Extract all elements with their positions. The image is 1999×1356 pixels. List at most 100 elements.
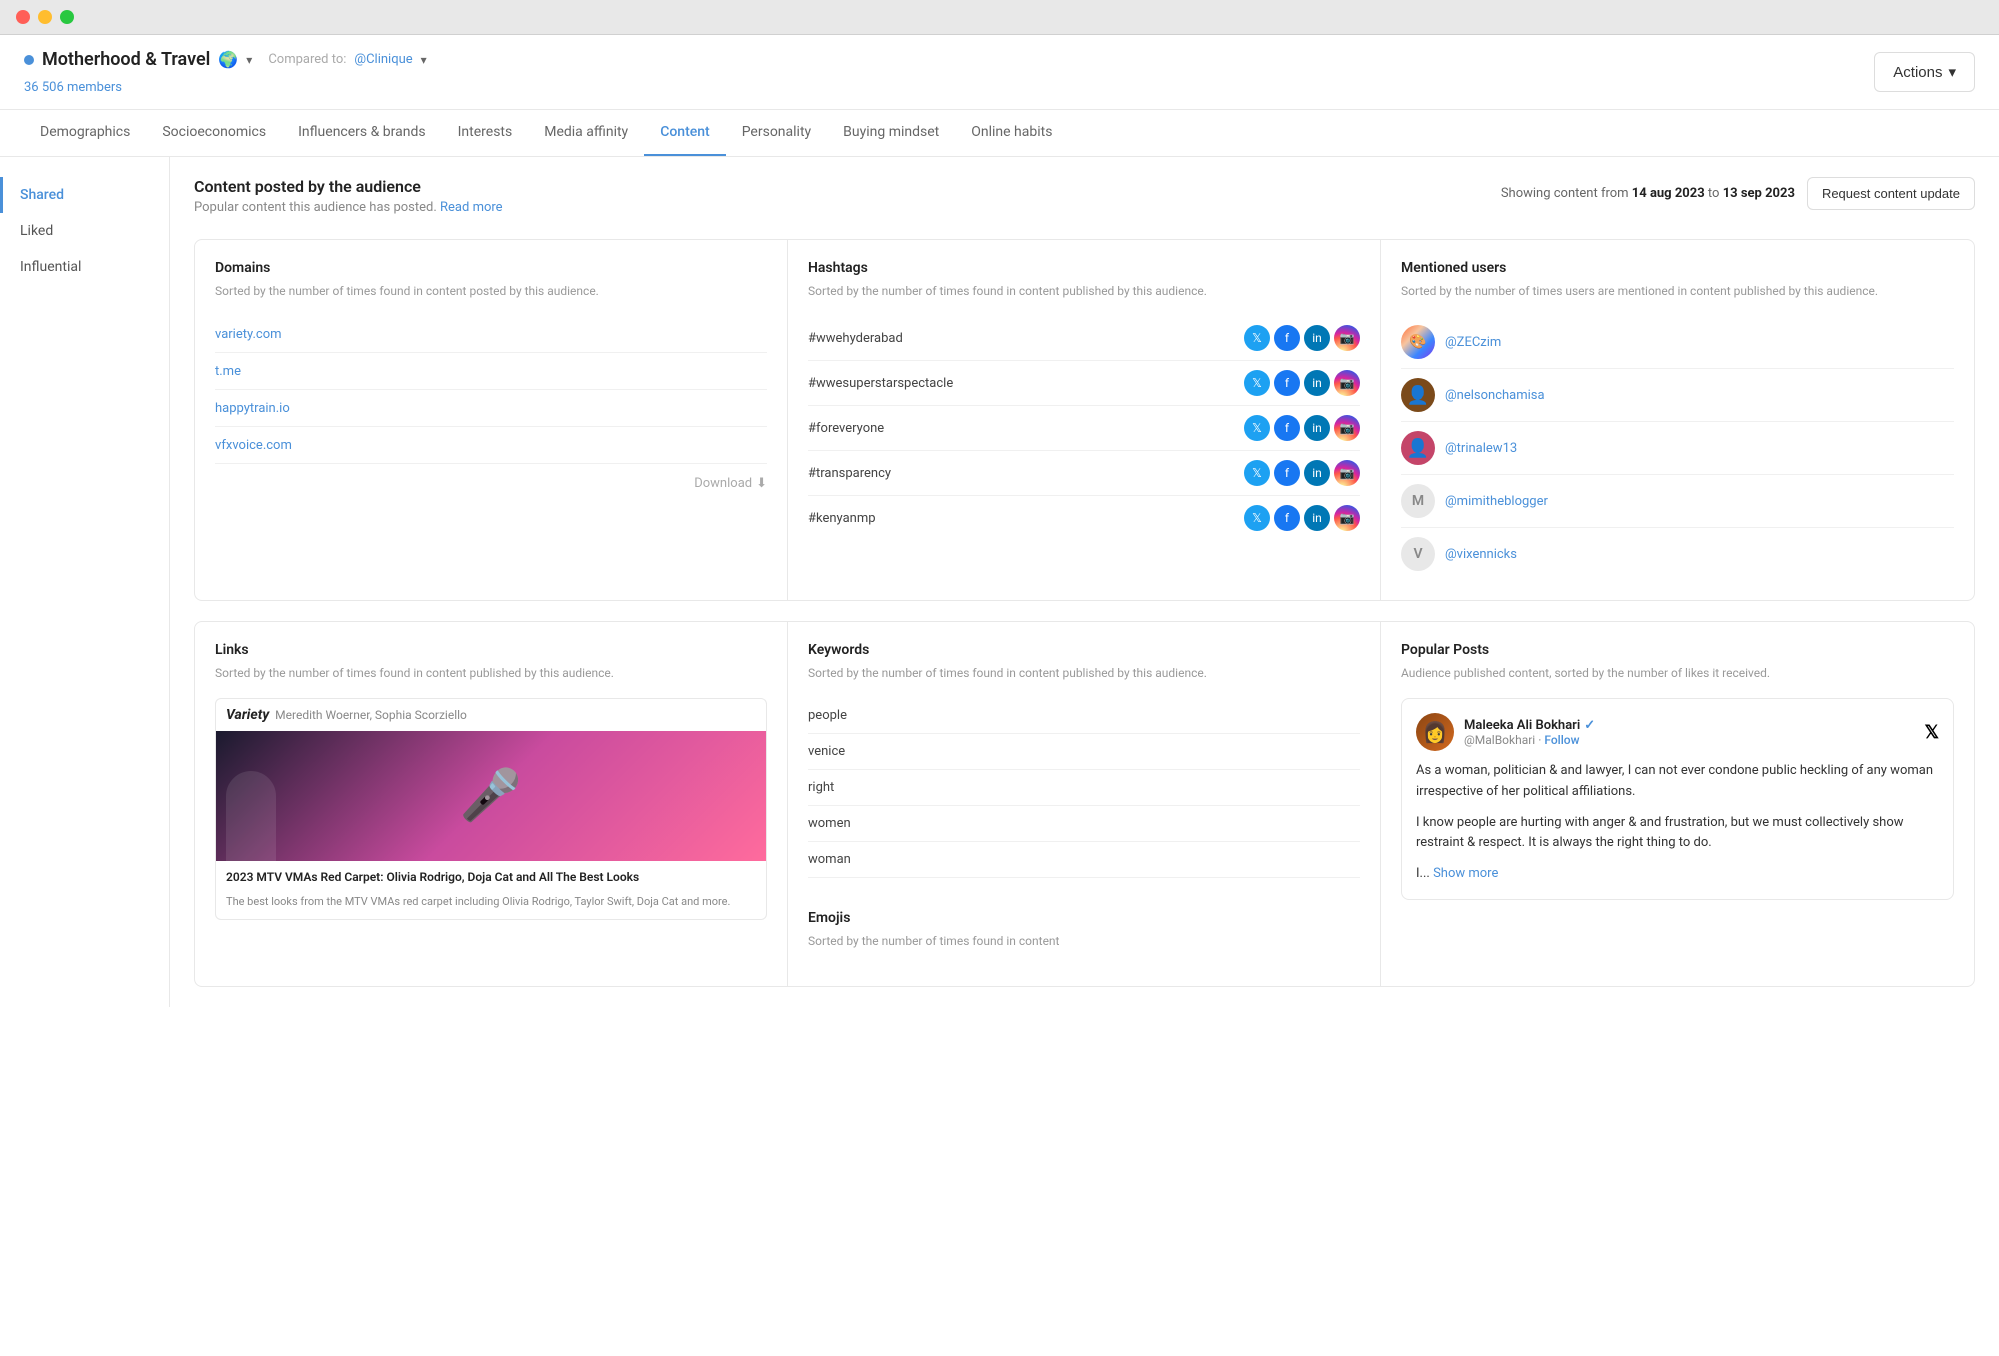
facebook-icon[interactable]: f: [1274, 325, 1300, 351]
domain-link-0[interactable]: variety.com: [215, 327, 282, 342]
audience-dot: [24, 55, 34, 65]
twitter-icon[interactable]: 𝕏: [1244, 460, 1270, 486]
emojis-title: Emojis: [808, 910, 1360, 926]
tab-influencers-brands[interactable]: Influencers & brands: [282, 110, 442, 156]
domain-link-2[interactable]: happytrain.io: [215, 401, 290, 416]
show-more-link[interactable]: Show more: [1433, 866, 1498, 881]
tab-socioeconomics[interactable]: Socioeconomics: [146, 110, 282, 156]
keywords-panel: Keywords Sorted by the number of times f…: [788, 622, 1381, 986]
title-dropdown-arrow[interactable]: ▾: [246, 53, 252, 67]
domain-link-3[interactable]: vfxvoice.com: [215, 438, 292, 453]
traffic-light-yellow[interactable]: [38, 10, 52, 24]
download-icon: ⬇: [756, 476, 767, 491]
mentioned-users-desc: Sorted by the number of times users are …: [1401, 282, 1954, 300]
link-card-authors: Meredith Woerner, Sophia Scorziello: [275, 708, 467, 722]
sidebar-item-liked[interactable]: Liked: [0, 213, 169, 249]
sidebar-item-influential[interactable]: Influential: [0, 249, 169, 285]
linkedin-icon[interactable]: in: [1304, 460, 1330, 486]
post-header: 👩 Maleeka Ali Bokhari ✓ @MalBokhari ·: [1416, 713, 1939, 751]
linkedin-icon[interactable]: in: [1304, 505, 1330, 531]
mentioned-user-row: V @vixennicks: [1401, 528, 1954, 580]
social-icons: 𝕏 f in 📷: [1244, 505, 1360, 531]
date-range: Showing content from 14 aug 2023 to 13 s…: [1501, 186, 1795, 201]
domains-panel: Domains Sorted by the number of times fo…: [195, 240, 788, 600]
mentioned-handle-2[interactable]: @trinalew13: [1445, 441, 1517, 456]
twitter-icon[interactable]: 𝕏: [1244, 325, 1270, 351]
request-content-update-button[interactable]: Request content update: [1807, 177, 1975, 210]
mentioned-handle-1[interactable]: @nelsonchamisa: [1445, 388, 1545, 403]
post-text: As a woman, politician & and lawyer, I c…: [1416, 761, 1939, 885]
traffic-light-green[interactable]: [60, 10, 74, 24]
follow-button[interactable]: Follow: [1544, 733, 1579, 747]
domains-desc: Sorted by the number of times found in c…: [215, 282, 767, 300]
tab-personality[interactable]: Personality: [726, 110, 827, 156]
emojis-desc: Sorted by the number of times found in c…: [808, 932, 1360, 950]
tab-interests[interactable]: Interests: [442, 110, 529, 156]
facebook-icon[interactable]: f: [1274, 415, 1300, 441]
tab-online-habits[interactable]: Online habits: [955, 110, 1068, 156]
actions-label: Actions: [1893, 64, 1942, 81]
mentioned-user-row: M @mimitheblogger: [1401, 475, 1954, 528]
actions-button[interactable]: Actions ▾: [1874, 52, 1975, 92]
popular-posts-desc: Audience published content, sorted by th…: [1401, 664, 1954, 682]
instagram-icon[interactable]: 📷: [1334, 370, 1360, 396]
download-button[interactable]: Download ⬇: [215, 464, 767, 491]
keyword-item-1: venice: [808, 734, 1360, 770]
main-content: Shared Liked Influential Content posted …: [0, 157, 1999, 1007]
tab-content[interactable]: Content: [644, 110, 726, 156]
mentioned-handle-4[interactable]: @vixennicks: [1445, 547, 1517, 562]
links-title: Links: [215, 642, 767, 658]
mentioned-handle-3[interactable]: @mimitheblogger: [1445, 494, 1548, 509]
post-text-3: I... Show more: [1416, 864, 1939, 885]
tab-media-affinity[interactable]: Media affinity: [528, 110, 644, 156]
twitter-icon[interactable]: 𝕏: [1244, 370, 1270, 396]
members-count: 36 506 members: [24, 80, 122, 95]
tab-buying-mindset[interactable]: Buying mindset: [827, 110, 955, 156]
link-card-source: Variety Meredith Woerner, Sophia Scorzie…: [216, 699, 766, 731]
twitter-icon[interactable]: 𝕏: [1244, 505, 1270, 531]
compared-to-dropdown[interactable]: ▾: [421, 53, 427, 67]
popular-posts-panel: Popular Posts Audience published content…: [1381, 622, 1974, 986]
content-header: Content posted by the audience Popular c…: [194, 177, 1975, 215]
social-icons: 𝕏 f in 📷: [1244, 325, 1360, 351]
top-bar-left: Motherhood & Travel 🌍 ▾ Compared to: @Cl…: [24, 49, 427, 95]
linkedin-icon[interactable]: in: [1304, 415, 1330, 441]
read-more-link[interactable]: Read more: [440, 200, 503, 215]
sidebar-item-shared[interactable]: Shared: [0, 177, 169, 213]
verified-badge: ✓: [1584, 718, 1595, 733]
instagram-icon[interactable]: 📷: [1334, 505, 1360, 531]
hashtag-2: #foreveryone: [808, 421, 884, 436]
domain-item: t.me: [215, 353, 767, 390]
avatar-nelson: 👤: [1401, 378, 1435, 412]
mentioned-user-row: 👤 @nelsonchamisa: [1401, 369, 1954, 422]
avatar-vixen: V: [1401, 537, 1435, 571]
compared-to-handle[interactable]: @Clinique: [354, 52, 412, 67]
content-header-right: Showing content from 14 aug 2023 to 13 s…: [1501, 177, 1975, 210]
content-area: Content posted by the audience Popular c…: [170, 157, 1999, 1007]
twitter-icon[interactable]: 𝕏: [1244, 415, 1270, 441]
facebook-icon[interactable]: f: [1274, 370, 1300, 396]
mentioned-handle-0[interactable]: @ZECzim: [1445, 335, 1501, 350]
tab-demographics[interactable]: Demographics: [24, 110, 146, 156]
instagram-icon[interactable]: 📷: [1334, 325, 1360, 351]
top-grid: Domains Sorted by the number of times fo…: [194, 239, 1975, 601]
instagram-icon[interactable]: 📷: [1334, 415, 1360, 441]
instagram-icon[interactable]: 📷: [1334, 460, 1360, 486]
emojis-section: Emojis Sorted by the number of times fou…: [808, 910, 1360, 950]
links-desc: Sorted by the number of times found in c…: [215, 664, 767, 682]
hashtag-row: #kenyanmp 𝕏 f in 📷: [808, 496, 1360, 540]
link-card-title[interactable]: 2023 MTV VMAs Red Carpet: Olivia Rodrigo…: [216, 861, 766, 894]
keyword-item-3: women: [808, 806, 1360, 842]
hashtag-3: #transparency: [808, 466, 891, 481]
linkedin-icon[interactable]: in: [1304, 325, 1330, 351]
actions-arrow-icon: ▾: [1948, 63, 1956, 81]
domain-link-1[interactable]: t.me: [215, 364, 241, 379]
domain-item: happytrain.io: [215, 390, 767, 427]
links-panel: Links Sorted by the number of times foun…: [195, 622, 788, 986]
facebook-icon[interactable]: f: [1274, 460, 1300, 486]
traffic-light-red[interactable]: [16, 10, 30, 24]
facebook-icon[interactable]: f: [1274, 505, 1300, 531]
hashtag-0: #wwehyderabad: [808, 331, 903, 346]
linkedin-icon[interactable]: in: [1304, 370, 1330, 396]
keyword-item-2: right: [808, 770, 1360, 806]
